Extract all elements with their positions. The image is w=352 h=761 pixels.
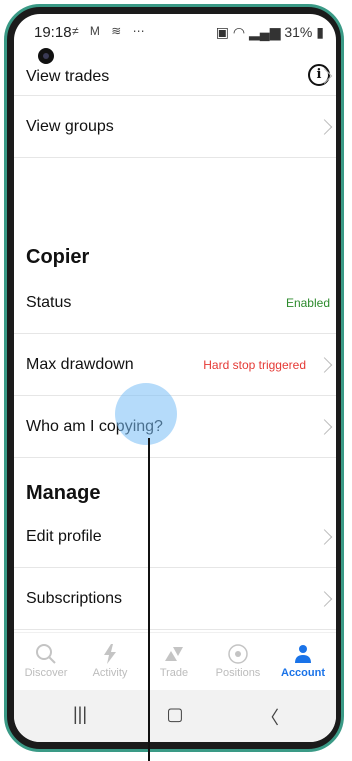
nav-account[interactable]: Account	[270, 633, 336, 691]
back-button[interactable]: 〈	[250, 704, 290, 728]
person-icon	[295, 645, 311, 663]
nfc-icon: ▣	[215, 24, 230, 40]
section-heading-manage: Manage	[26, 482, 101, 504]
chevron-right-icon	[316, 590, 333, 607]
nav-label: Activity	[92, 667, 128, 679]
max-drawdown-value: Hard stop triggered	[203, 357, 306, 372]
signal-icon: ▂▄▆	[249, 24, 281, 40]
nav-label: Trade	[159, 667, 189, 679]
nav-label: Positions	[215, 667, 261, 679]
status-bar: 19:18 ≠ M ≋ ⋯ ▣ ◠ ▂▄▆ 31% ▮	[14, 14, 336, 50]
system-nav-bar: ||| ▢ 〈	[14, 690, 336, 742]
bolt-icon	[104, 644, 116, 664]
list-item-label: View groups	[26, 117, 114, 135]
nav-discover[interactable]: Discover	[14, 633, 78, 691]
chevron-right-icon	[316, 67, 333, 84]
chevron-right-icon	[316, 356, 333, 373]
list-item-label: Status	[26, 293, 72, 311]
list-item-label: Edit profile	[26, 527, 102, 545]
nav-trade[interactable]: Trade	[142, 633, 206, 691]
pointer-line	[148, 438, 150, 761]
recents-icon: |||	[72, 704, 88, 724]
list-item-max-drawdown[interactable]: Max drawdown Hard stop triggered	[14, 334, 336, 396]
touch-indicator	[115, 383, 177, 445]
nav-positions[interactable]: Positions	[206, 633, 270, 691]
nav-label: Discover	[24, 667, 68, 679]
wifi-icon: ◠	[232, 24, 246, 40]
list-item-label: Max drawdown	[26, 355, 134, 373]
bottom-nav: Discover Activity Trade Positions Accoun…	[14, 632, 336, 691]
nav-activity[interactable]: Activity	[78, 633, 142, 691]
status-value: Enabled	[285, 295, 330, 310]
battery-icon: ▮	[316, 24, 324, 40]
list-item-label: Subscriptions	[26, 589, 123, 607]
app-screen: 19:18 ≠ M ≋ ⋯ ▣ ◠ ▂▄▆ 31% ▮ i View trade…	[14, 14, 336, 742]
phone-frame: 19:18 ≠ M ≋ ⋯ ▣ ◠ ▂▄▆ 31% ▮ i View trade…	[0, 0, 352, 761]
home-button[interactable]: ▢	[155, 704, 195, 728]
chevron-right-icon	[316, 418, 333, 435]
recents-button[interactable]: |||	[60, 704, 100, 728]
list-item-label: View trades	[26, 68, 110, 85]
search-icon	[36, 644, 56, 664]
list-item-view-groups[interactable]: View groups	[14, 96, 336, 158]
list-item-edit-profile[interactable]: Edit profile	[14, 506, 336, 568]
nav-label: Account	[281, 667, 325, 679]
notification-icons: ≠ M ≋ ⋯	[72, 24, 149, 38]
trade-arrows-icon	[165, 647, 183, 661]
status-time: 19:18	[34, 24, 72, 41]
list-item-status: Status Enabled	[14, 272, 336, 334]
back-icon: 〈	[261, 708, 279, 728]
home-icon: ▢	[166, 704, 184, 724]
chevron-right-icon	[316, 528, 333, 545]
target-icon	[228, 644, 248, 664]
list-item-view-trades[interactable]: View trades	[14, 56, 336, 96]
list-item-subscriptions[interactable]: Subscriptions	[14, 568, 336, 630]
status-right-icons: ▣ ◠ ▂▄▆ 31% ▮	[216, 24, 324, 41]
chevron-right-icon	[316, 118, 333, 135]
battery-percent: 31%	[284, 24, 313, 40]
section-heading-copier: Copier	[26, 246, 90, 268]
